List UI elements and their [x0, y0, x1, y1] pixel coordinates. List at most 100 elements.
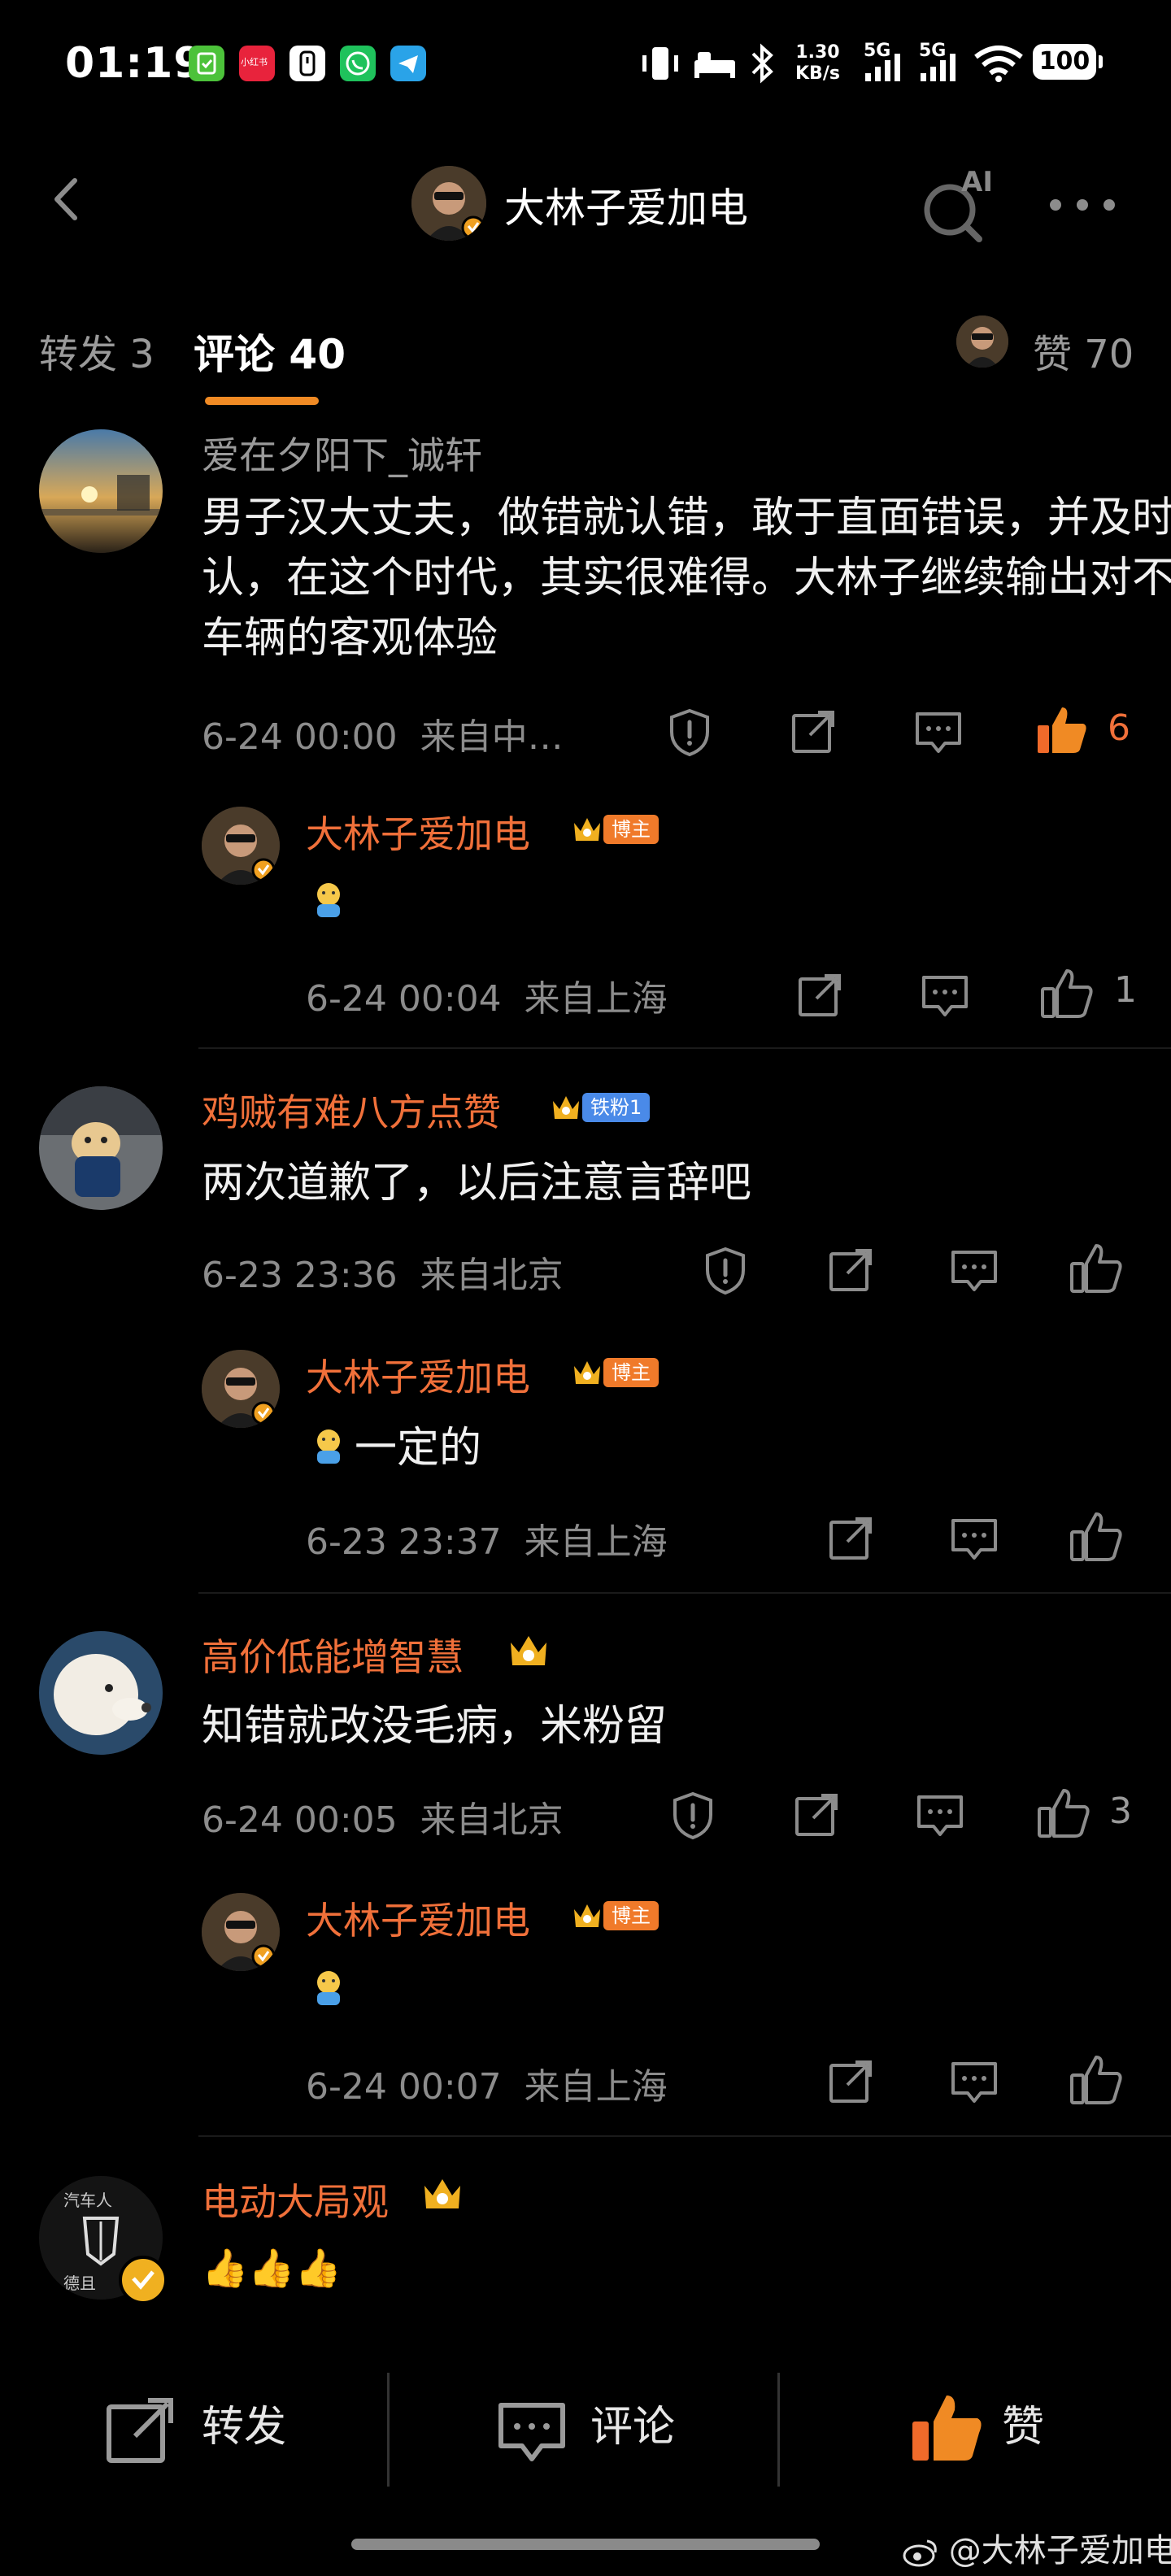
- blogger-badge-label: 博主: [603, 815, 659, 844]
- blogger-badge: 博主: [571, 1899, 659, 1932]
- report-button[interactable]: [667, 1789, 719, 1841]
- comment-text-2: 两次道歉了，以后注意言辞吧: [202, 1159, 752, 1208]
- reply-button[interactable]: [914, 1789, 966, 1841]
- fan-badge: 铁粉1: [550, 1091, 651, 1124]
- reply-avatar-3[interactable]: [202, 1893, 280, 1971]
- tab-like[interactable]: 赞 70: [1033, 322, 1134, 379]
- report-button[interactable]: [699, 1244, 751, 1296]
- weibo-logo-icon: [903, 2539, 937, 2567]
- reply-meta-1: 6-24 00:04 来自上海: [306, 969, 668, 1021]
- reply-avatar-1[interactable]: [202, 807, 280, 885]
- weibo-watermark: @大林子爱加电: [903, 2524, 1171, 2571]
- tab-forward[interactable]: 转发 3: [39, 322, 155, 379]
- report-icon: [673, 1791, 712, 1840]
- like-button[interactable]: [1069, 2052, 1122, 2104]
- comment-avatar-1[interactable]: [39, 429, 163, 553]
- like-button[interactable]: [1069, 1509, 1122, 1561]
- like-button[interactable]: [1069, 1241, 1122, 1293]
- header-avatar[interactable]: [411, 166, 486, 241]
- comment-username-4[interactable]: 电动大局观: [202, 2173, 389, 2226]
- bottom-action-bar: 转发 评论 赞: [0, 2342, 1171, 2521]
- back-button[interactable]: [39, 171, 96, 228]
- like-bottom-button[interactable]: 赞: [781, 2342, 1171, 2521]
- thumbs-up-filled-icon: [912, 2395, 982, 2461]
- sleep-mode-icon: [693, 47, 737, 83]
- crown-icon: [553, 1096, 579, 1119]
- comment-username-3[interactable]: 高价低能增智慧: [202, 1628, 464, 1682]
- status-time: 01:19: [65, 39, 204, 88]
- ai-search-button[interactable]: AI: [916, 164, 997, 246]
- thumbs-up-icon: [1041, 969, 1093, 1018]
- comment-username-2[interactable]: 鸡贼有难八方点赞: [202, 1083, 501, 1137]
- comment-location-1: 来自中…: [420, 716, 564, 758]
- like-button[interactable]: [1039, 966, 1093, 1018]
- comment-avatar-2[interactable]: [39, 1086, 163, 1210]
- reply-avatar-2[interactable]: [202, 1350, 280, 1428]
- reply-meta-2: 6-23 23:37 来自上海: [306, 1512, 668, 1564]
- comment-avatar-3[interactable]: [39, 1631, 163, 1755]
- comment-username-1[interactable]: 爱在夕阳下_诚轩: [202, 426, 482, 480]
- reply-button[interactable]: [948, 1512, 1000, 1564]
- comment-icon: [498, 2403, 565, 2461]
- comment-button[interactable]: 评论: [390, 2342, 779, 2521]
- comment-icon: [951, 1519, 997, 1560]
- share-icon: [107, 2398, 173, 2463]
- tab-like-avatar: [956, 315, 1008, 368]
- report-icon: [670, 708, 709, 757]
- reply-username-1[interactable]: 大林子爱加电: [306, 805, 530, 859]
- top-nav-bar: 大林子爱加电 AI: [0, 146, 1171, 260]
- crown-badge: [507, 1630, 550, 1665]
- comment-icon: [951, 2062, 997, 2103]
- like-button[interactable]: [1036, 1786, 1090, 1838]
- thumbs-up-filled-icon: [1038, 707, 1086, 753]
- share-button[interactable]: [790, 1789, 842, 1841]
- report-button[interactable]: [664, 706, 716, 758]
- signal-sim2-icon: 5G: [917, 41, 966, 88]
- divider: [198, 1592, 1171, 1594]
- share-icon: [829, 2060, 872, 2103]
- sim1-label: 5G: [864, 41, 891, 61]
- crown-icon: [574, 1361, 600, 1384]
- xiaohongshu-label: 小红书: [241, 57, 268, 67]
- comment-location-3: 来自北京: [420, 1799, 564, 1841]
- comment-icon: [951, 1251, 997, 1291]
- wallet-app-icon: [189, 46, 224, 81]
- battery-indicator: 100: [1033, 44, 1103, 80]
- more-button[interactable]: [1046, 189, 1119, 221]
- share-button[interactable]: [787, 706, 839, 758]
- comment-icon: [916, 712, 961, 753]
- forward-button[interactable]: 转发: [0, 2342, 389, 2521]
- reply-username-3[interactable]: 大林子爱加电: [306, 1891, 530, 1945]
- xiaohongshu-app-icon: 小红书: [239, 46, 275, 81]
- share-icon: [799, 974, 841, 1016]
- doge-emoji-icon: [306, 1423, 351, 1472]
- ai-label: AI: [961, 166, 993, 198]
- tab-comment[interactable]: 评论 40: [194, 322, 346, 381]
- blogger-badge: 博主: [571, 813, 659, 846]
- crown-icon: [424, 2179, 460, 2208]
- share-button[interactable]: [825, 1512, 877, 1564]
- share-button[interactable]: [825, 1244, 877, 1296]
- reply-username-2[interactable]: 大林子爱加电: [306, 1348, 530, 1402]
- reply-button[interactable]: [919, 969, 971, 1021]
- fan-badge-label: 铁粉1: [582, 1093, 651, 1122]
- home-indicator[interactable]: [351, 2539, 820, 2550]
- comment-text-4: 👍👍👍: [202, 2246, 342, 2290]
- reply-location-2: 来自上海: [524, 1521, 668, 1563]
- reply-button[interactable]: [912, 706, 964, 758]
- blogger-badge-label: 博主: [603, 1901, 659, 1930]
- net-speed: 1.30 KB/s: [795, 42, 840, 85]
- thumbs-up-icon: [1070, 1512, 1122, 1561]
- like-button-active[interactable]: [1034, 703, 1086, 755]
- reply-button[interactable]: [948, 2056, 1000, 2108]
- doge-emoji-icon: [306, 1965, 351, 2013]
- share-icon: [829, 1249, 872, 1291]
- share-button[interactable]: [825, 2056, 877, 2108]
- forward-label: 转发: [202, 2403, 287, 2452]
- comment-date-2: 6-23 23:36: [202, 1255, 398, 1296]
- comment-date-3: 6-24 00:05: [202, 1799, 398, 1841]
- comment-text-1: 男子汉大丈夫，做错就认错，敢于直面错误，并及时承认，在这个时代，其实很难得。大林…: [202, 494, 1171, 663]
- chevron-left-icon: [54, 178, 77, 220]
- share-button[interactable]: [794, 969, 846, 1021]
- reply-button[interactable]: [948, 1244, 1000, 1296]
